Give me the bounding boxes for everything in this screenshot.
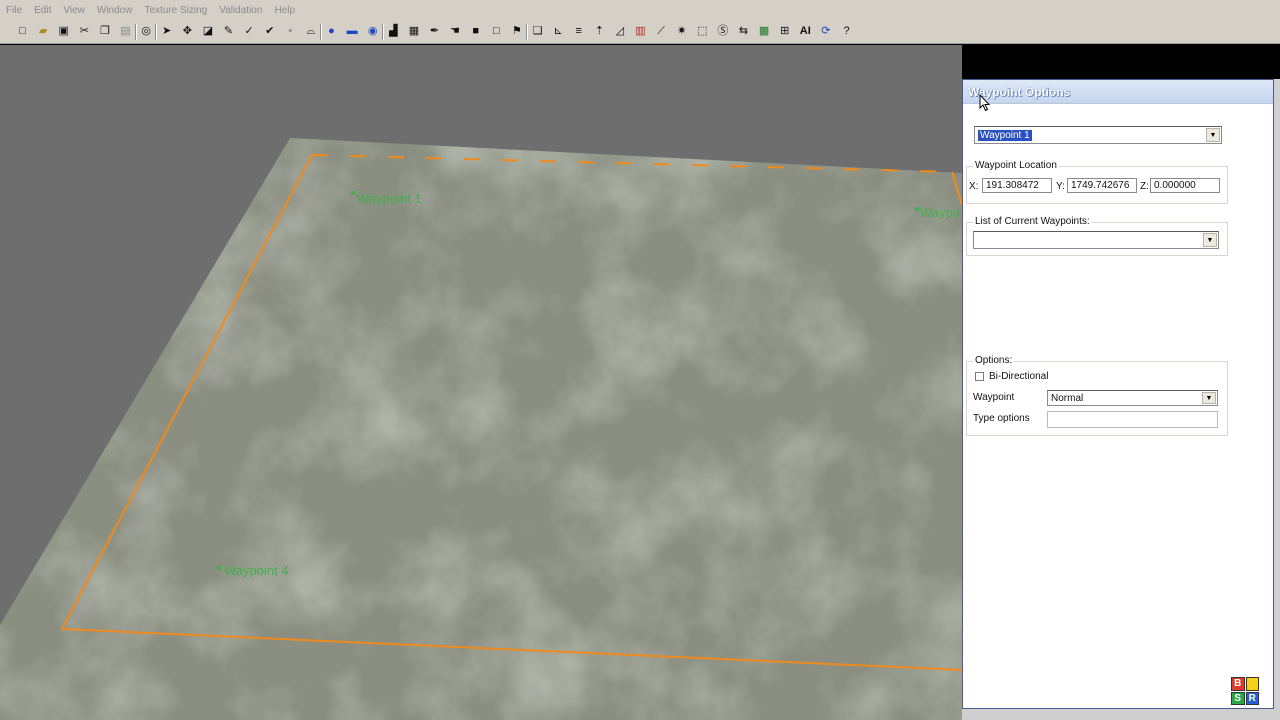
menu-window[interactable]: Window [97,5,133,16]
type-options-label: Type options [973,413,1030,424]
hand-icon[interactable]: ☚ [448,24,463,39]
waypoint-4-marker[interactable] [217,566,221,570]
y-field[interactable]: 1749.742676 [1067,178,1137,193]
chevron-down-icon[interactable]: ▼ [1206,128,1220,142]
bidirectional-label: Bi-Directional [989,371,1049,382]
current-waypoints-title: List of Current Waypoints: [973,216,1092,227]
help-icon[interactable]: ? [839,24,854,39]
terrain-icon[interactable]: ▩ [757,24,772,39]
cut-icon[interactable]: ✂ [77,24,92,39]
blue-rect-icon[interactable]: ▬ [345,24,360,39]
waypoint-type-value: Normal [1051,392,1084,404]
blue-sphere-icon[interactable]: ● [324,24,339,39]
waypoint-2-marker[interactable] [915,207,919,211]
bidirectional-checkbox[interactable] [975,372,984,381]
toolbar-separator [134,24,137,40]
terrain-canvas [0,138,962,720]
z-label: Z: [1140,181,1149,192]
menu-validation[interactable]: Validation [219,5,262,16]
waypoint-options-panel: Waypoint Options Waypoint 1 ▼ Waypoint L… [962,79,1274,709]
grid-icon[interactable]: ▦ [406,24,421,39]
move-icon[interactable]: ✥ [180,24,195,39]
eyedropper-icon[interactable]: ✒ [427,24,442,39]
blue-globe-icon[interactable]: ◉ [365,24,380,39]
waypoint-type-label: Waypoint [973,392,1015,403]
outline-square-icon[interactable]: □ [489,24,504,39]
toolbar-separator [526,24,528,40]
network-icon[interactable]: ⊞ [777,24,792,39]
waypoint-4-label: Waypoint 4 [224,563,289,578]
paste-icon[interactable]: ▤ [118,24,133,39]
logo-y [1245,677,1259,691]
open-folder-icon[interactable]: ▰ [36,24,51,39]
menu-view[interactable]: View [63,5,85,16]
axis-icon[interactable]: ⊾ [551,24,566,39]
toolbar-separator [381,24,384,40]
logo-r: R [1245,691,1259,705]
flag-icon[interactable]: ⚑ [509,24,524,39]
type-options-field[interactable] [1047,411,1218,428]
ramp-icon[interactable]: ◿ [612,24,627,39]
toolbar-separator [155,24,158,40]
target-icon[interactable]: ◎ [139,24,154,39]
copy-icon[interactable]: ❐ [97,24,112,39]
point-icon[interactable]: • [283,24,298,39]
brush-icon[interactable]: ✎ [221,24,236,39]
check-alt-icon[interactable]: ✔ [262,24,277,39]
path-icon[interactable]: ⇆ [736,24,751,39]
gear-icon[interactable]: ✷ [674,24,689,39]
y-label: Y: [1056,181,1065,192]
x-label: X: [969,181,979,192]
waypoint-2-label: Waypo [920,205,960,220]
new-file-icon[interactable]: □ [15,24,30,39]
ai-icon[interactable]: AI [798,24,813,39]
logo-b: B [1231,677,1245,691]
refresh-icon[interactable]: ⟳ [818,24,833,39]
options-title: Options: [973,355,1015,366]
menu-help[interactable]: Help [274,5,295,16]
toolbar: □ ▰ ▣ ✂ ❐ ▤ ◎ ➤ ✥ ◪ ✎ ✓ ✔ • ⌓ ● ▬ ◉ ▟ ▦ ✒ ☚ ■ □ ⚑ ❏ ⊾ ≡ ⇡ ◿ ▥ ⟋ ✷ ⬚ Ⓢ ⇆ ▩ ⊞ AI… [0,20,1280,44]
waypoint-1-label: Waypoint 1 [357,191,422,206]
mouse-pointer-icon [979,94,991,112]
waypoint-1-marker[interactable] [351,191,355,195]
current-waypoints-select[interactable]: ▼ [973,231,1219,249]
fence-icon[interactable]: ▥ [633,24,648,39]
scale-icon[interactable]: ⬚ [695,24,710,39]
fill-square-icon[interactable]: ▟ [386,24,401,39]
waypoint-type-select[interactable]: Normal ▼ [1047,390,1218,406]
waypoint-select[interactable]: Waypoint 1 ▼ [974,126,1222,144]
logo-s: S [1231,691,1245,705]
lines-icon[interactable]: ≡ [571,24,586,39]
menu-file[interactable]: File [6,5,22,16]
line-tool-icon[interactable]: ⟋ [654,24,669,39]
tree-icon[interactable]: ⇡ [592,24,607,39]
chevron-down-icon[interactable]: ▼ [1203,233,1217,247]
z-field[interactable]: 0.000000 [1150,178,1220,193]
text-tool-icon[interactable]: Ⓢ [715,24,730,39]
check-tool-icon[interactable]: ✓ [242,24,257,39]
black-square-icon[interactable]: ■ [468,24,483,39]
toolbar-separator [320,24,322,40]
waypoint-select-value: Waypoint 1 [978,129,1032,141]
menu-texture-sizing[interactable]: Texture Sizing [144,5,207,16]
save-icon[interactable]: ▣ [56,24,71,39]
waypoint-location-title: Waypoint Location [973,160,1059,171]
panel-title-bar[interactable]: Waypoint Options [963,80,1273,104]
chevron-down-icon[interactable]: ▼ [1202,392,1216,404]
select-arrow-icon[interactable]: ➤ [159,24,174,39]
bottom-edge-strip [962,709,1280,720]
mound-icon[interactable]: ⌓ [303,24,318,39]
menu-bar: File Edit View Window Texture Sizing Validati… [0,0,1280,20]
x-field[interactable]: 191.308472 [982,178,1052,193]
layers-icon[interactable]: ❏ [530,24,545,39]
app-logo: B S R [1231,677,1259,705]
right-edge-strip [1274,79,1280,720]
paint-bucket-icon[interactable]: ◪ [200,24,215,39]
menu-edit[interactable]: Edit [34,5,51,16]
viewport-3d[interactable]: Waypoint 1 Waypo Waypoint 4 [0,45,962,720]
